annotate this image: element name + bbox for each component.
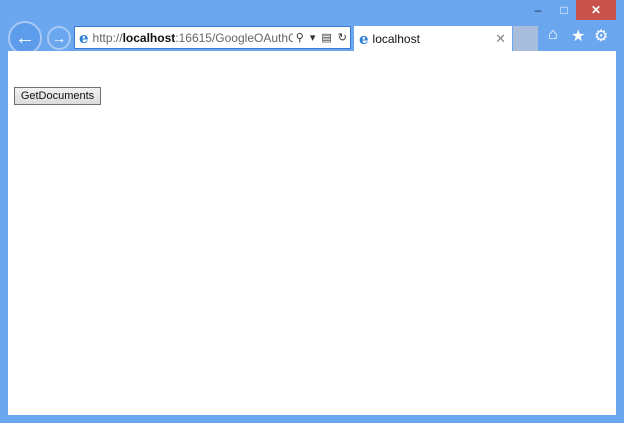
get-documents-button[interactable]: GetDocuments <box>14 87 101 105</box>
tab-localhost[interactable]: e localhost ✕ <box>354 26 512 52</box>
arrow-left-icon: ← <box>15 26 35 49</box>
favorites-star-icon[interactable]: ★ <box>571 26 585 46</box>
url-text[interactable]: http://localhost:16615/GoogleOAuthC <box>93 31 293 45</box>
chevron-down-icon[interactable]: ▾ <box>310 31 316 44</box>
home-icon[interactable]: ⌂ <box>548 26 558 44</box>
close-button[interactable]: ✕ <box>576 0 616 20</box>
gear-icon[interactable]: ⚙ <box>594 26 608 46</box>
refresh-icon[interactable]: ↻ <box>338 31 347 44</box>
compatibility-view-icon[interactable]: ▤ <box>321 31 331 44</box>
arrow-right-icon: → <box>52 30 66 46</box>
forward-button[interactable]: → <box>47 26 71 50</box>
ie-logo-icon: e <box>359 30 369 48</box>
maximize-button[interactable]: □ <box>554 0 574 20</box>
address-bar[interactable]: e http://localhost:16615/GoogleOAuthC ⚲ … <box>74 26 351 49</box>
url-host: localhost <box>122 30 176 45</box>
ie-logo-icon: e <box>79 28 89 47</box>
tab-title: localhost <box>372 32 420 46</box>
minimize-button[interactable]: – <box>528 0 548 20</box>
new-tab-button[interactable] <box>513 26 538 51</box>
search-icon[interactable]: ⚲ <box>296 31 304 44</box>
url-path: :16615/GoogleOAuthC <box>175 30 293 45</box>
close-tab-icon[interactable]: ✕ <box>495 31 506 47</box>
url-prefix: http:// <box>92 30 123 45</box>
back-button[interactable]: ← <box>8 21 42 55</box>
page-content: GetDocuments <box>8 51 616 415</box>
